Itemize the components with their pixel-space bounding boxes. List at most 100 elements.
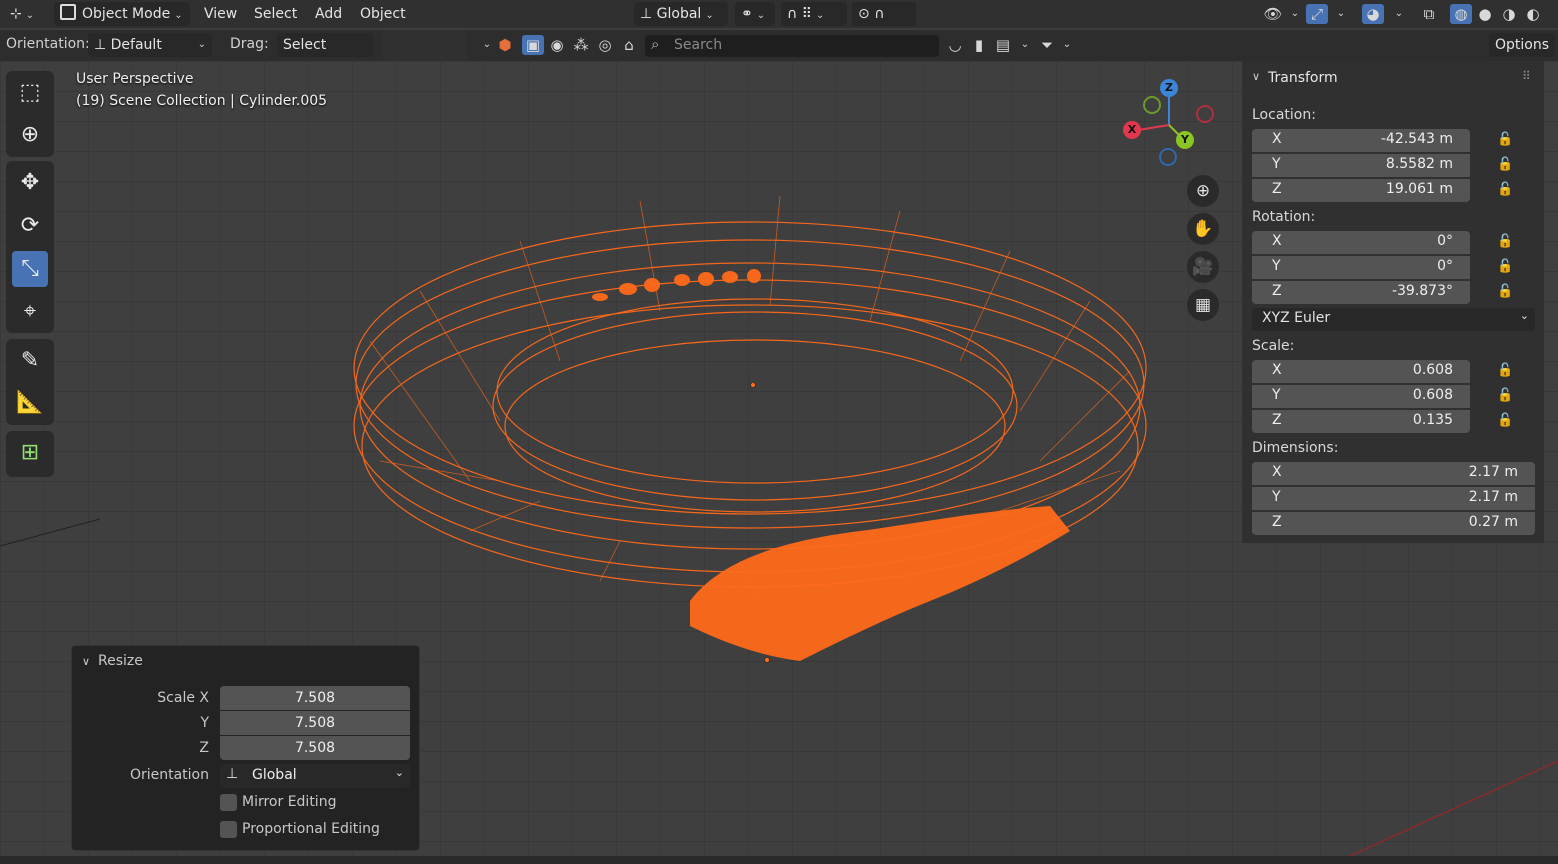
particles-icon[interactable]: ⁂ (570, 35, 592, 55)
add-cube-tool[interactable]: ⊞ (12, 435, 48, 471)
lock-icon[interactable]: 🔓 (1497, 157, 1515, 175)
dimensions-x-field[interactable]: X 2.17 m (1252, 462, 1535, 485)
menu-object[interactable]: Object (354, 2, 412, 26)
resize-scale-z-field[interactable]: 7.508 (220, 736, 410, 760)
zoom-icon: ⊕ (1195, 181, 1211, 201)
resize-scale-x-field[interactable]: 7.508 (220, 686, 410, 710)
bookmark-icon[interactable]: ▮ (968, 35, 990, 55)
rotation-x-field[interactable]: X 0° (1252, 231, 1470, 254)
resize-panel-title[interactable]: Resize (98, 653, 143, 669)
move-tool[interactable]: ✥ (12, 165, 48, 201)
material-ball-icon[interactable]: ◉ (546, 35, 568, 55)
chevron-down-icon: ⌄ (25, 10, 35, 21)
location-z-field[interactable]: Z 19.061 m (1252, 179, 1470, 202)
drag-dropdown[interactable]: Select Box⌄ (277, 33, 373, 77)
mirror-editing-checkbox[interactable] (220, 794, 237, 811)
gizmo-toggle-icon[interactable]: ⤢ (1306, 4, 1328, 24)
lock-icon[interactable]: 🔓 (1497, 234, 1515, 252)
rotate-tool[interactable]: ⟳ (12, 208, 48, 244)
resize-scale-y-field[interactable]: 7.508 (220, 711, 410, 735)
y-axis-ball[interactable]: Y (1176, 131, 1194, 149)
lock-icon[interactable]: 🔓 (1497, 132, 1515, 150)
scale-z-field[interactable]: Z 0.135 (1252, 410, 1470, 433)
lock-icon[interactable]: 🔓 (1497, 413, 1515, 431)
scale-y-field[interactable]: Y 0.608 (1252, 385, 1470, 408)
pan-button[interactable]: ✋ (1187, 213, 1219, 245)
proportional-editing-toggle[interactable]: ⊙ ∩ (852, 2, 916, 26)
location-y-field[interactable]: Y 8.5582 m (1252, 154, 1470, 177)
axis-icon: ⊹ (10, 6, 22, 22)
proportional-editing-checkbox[interactable] (220, 821, 237, 838)
solid-shading-icon[interactable]: ● (1474, 4, 1496, 24)
chevron-down-icon[interactable]: ∨ (1252, 70, 1260, 83)
select-box-tool[interactable]: ⬚ (12, 75, 48, 111)
scale-x-field[interactable]: X 0.608 (1252, 360, 1470, 383)
location-x-field[interactable]: X -42.543 m (1252, 129, 1470, 152)
measure-tool[interactable]: 📐 (12, 385, 48, 421)
lock-icon[interactable]: 🔓 (1497, 363, 1515, 381)
snap-toggle[interactable]: ∩ ⠿ ⌄ (781, 2, 847, 26)
lock-icon[interactable]: 🔓 (1497, 284, 1515, 302)
annotate-tool[interactable]: ✎ (12, 343, 48, 379)
lock-icon[interactable]: 🔓 (1497, 388, 1515, 406)
rotation-z-field[interactable]: Z -39.873° (1252, 281, 1470, 304)
cursor-tool[interactable]: ⊕ (12, 117, 48, 153)
neg-z-axis-ball[interactable] (1159, 148, 1177, 166)
neg-x-axis-ball[interactable] (1196, 105, 1214, 123)
zoom-button[interactable]: ⊕ (1187, 175, 1219, 207)
z-axis-ball[interactable]: Z (1160, 79, 1178, 97)
wireframe-shading-icon[interactable]: ◍ (1450, 4, 1472, 24)
resize-operator-panel: ∨ Resize Scale X Y Z 7.508 7.508 7.508 O… (71, 645, 420, 851)
search-field[interactable]: ⌕ Search (645, 35, 939, 57)
physics-icon[interactable]: ⌂ (618, 35, 640, 55)
menu-view[interactable]: View (198, 2, 243, 26)
dimensions-label: Dimensions: (1252, 440, 1339, 456)
pencil-icon: ✎ (20, 348, 40, 373)
chevron-down-icon[interactable]: ⌄ (1056, 35, 1078, 55)
sort-icon[interactable]: ▤ (992, 35, 1014, 55)
orientation-value: Default (110, 37, 162, 53)
transform-tool[interactable]: ⌖ (12, 294, 48, 330)
rotation-y-field[interactable]: Y 0° (1252, 256, 1470, 279)
scale-z-label: Z (199, 740, 209, 756)
projection-toggle-button[interactable]: ▦ (1187, 289, 1219, 321)
dimensions-z-field[interactable]: Z 0.27 m (1252, 512, 1535, 535)
funnel-icon[interactable]: ⏷ (1036, 35, 1058, 55)
x-axis-ball[interactable]: X (1123, 121, 1141, 139)
pivot-point-dropdown[interactable]: ⚭ ⌄ (735, 2, 775, 26)
orientation-dropdown[interactable]: ⊥ Default ⌄ (88, 33, 212, 57)
editor-type-button[interactable]: ⊹ ⌄ (4, 2, 46, 26)
snap-grid-icon: ⠿ (801, 6, 812, 22)
neg-y-axis-ball[interactable] (1143, 96, 1161, 114)
menu-add[interactable]: Add (309, 2, 348, 26)
scale-icon: ⤡ (21, 256, 39, 281)
xray-toggle-icon[interactable]: ⧉ (1418, 4, 1440, 24)
lock-icon[interactable]: 🔓 (1497, 259, 1515, 277)
object-type-filter-icon[interactable]: ⬢ (494, 35, 516, 55)
transform-panel-title[interactable]: Transform (1268, 70, 1338, 86)
chevron-down-icon[interactable]: ⌄ (1330, 4, 1352, 24)
chevron-down-icon[interactable]: ⌄ (1388, 4, 1410, 24)
lock-icon[interactable]: 🔓 (1497, 182, 1515, 200)
dimensions-y-field[interactable]: Y 2.17 m (1252, 487, 1535, 510)
visibility-icon[interactable]: 👁 (1262, 4, 1284, 24)
camera-view-button[interactable]: 🎥 (1187, 251, 1219, 283)
chevron-down-icon[interactable]: ⌄ (1284, 4, 1306, 24)
world-icon[interactable]: ◎ (594, 35, 616, 55)
filter-curve-icon[interactable]: ◡ (944, 35, 966, 55)
select-object-icon[interactable]: ▣ (522, 35, 544, 55)
transform-orientation-dropdown[interactable]: ⊥ Global ⌄ (634, 2, 728, 26)
chevron-down-icon[interactable]: ⌄ (1014, 35, 1036, 55)
scale-tool[interactable]: ⤡ (12, 251, 48, 287)
material-shading-icon[interactable]: ◑ (1498, 4, 1520, 24)
resize-orientation-dropdown[interactable]: ⊥ Global ⌄ (220, 764, 410, 788)
drag-handle-icon[interactable]: ⠿ (1522, 69, 1531, 83)
rendered-shading-icon[interactable]: ◐ (1522, 4, 1544, 24)
options-button[interactable]: Options (1489, 33, 1556, 57)
overlays-toggle-icon[interactable]: ◕ (1362, 4, 1384, 24)
scale-x-label: Scale X (157, 690, 209, 706)
mode-dropdown[interactable]: Object Mode ⌄ (54, 2, 190, 26)
menu-select[interactable]: Select (248, 2, 303, 26)
rotation-mode-dropdown[interactable]: XYZ Euler ⌄ (1252, 308, 1535, 331)
chevron-down-icon[interactable]: ∨ (82, 655, 90, 668)
